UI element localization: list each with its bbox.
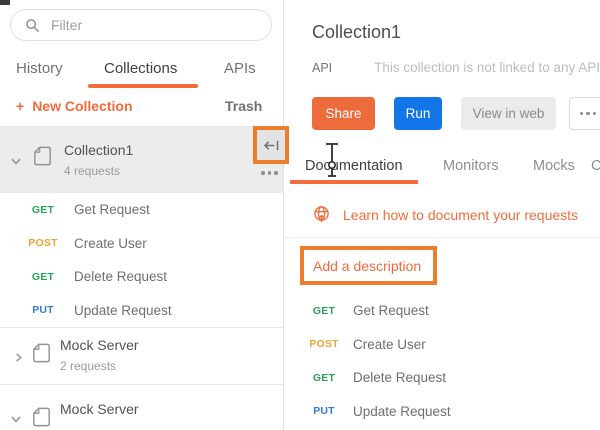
api-status-text: This collection is not linked to any API [374,60,600,75]
window-fragment [0,0,10,5]
request-name: Create User [353,337,426,352]
collection-name: Collection1 [64,142,133,158]
filter-input[interactable] [51,17,231,33]
tab-documentation[interactable]: Documentation [305,158,403,174]
collection-row-mock-server[interactable]: Mock Server [0,385,284,430]
request-name: Update Request [74,303,172,318]
share-button[interactable]: Share [312,97,375,130]
documentation-request-list: GET Get Request POST Create User GET Del… [285,294,600,428]
method-badge: GET [308,372,340,384]
more-options-icon [580,112,584,116]
request-name: Create User [74,236,147,251]
method-badge: GET [26,204,60,216]
method-badge: GET [308,305,340,317]
run-button[interactable]: Run [394,97,442,130]
collection-name: Mock Server [60,401,139,417]
method-badge: GET [26,271,60,283]
tab-changelog-truncated[interactable]: C [591,158,600,174]
request-row[interactable]: GET Get Request [285,294,600,328]
collection-row[interactable]: Collection1 4 requests [0,126,284,193]
collection-file-icon [30,404,53,430]
new-collection-label: New Collection [32,98,132,114]
tab-history[interactable]: History [16,60,63,77]
tab-collections[interactable]: Collections [104,60,177,77]
method-badge: POST [308,338,340,350]
active-tab-underline [290,180,418,184]
request-name: Update Request [353,404,451,419]
annotation-highlight-box: Add a description [300,246,437,285]
sidebar: History Collections APIs + New Collectio… [0,0,284,430]
chevron-down-icon[interactable] [10,154,22,172]
method-badge: PUT [308,405,340,417]
request-name: Delete Request [353,370,446,385]
trash-button[interactable]: Trash [225,98,262,114]
tab-mocks[interactable]: Mocks [533,158,575,174]
annotation-highlight-box [253,126,289,164]
arrow-to-bar-icon [263,139,280,152]
request-name: Get Request [353,303,429,318]
tab-monitors[interactable]: Monitors [443,158,499,174]
chevron-down-icon[interactable] [10,412,22,430]
method-badge: PUT [26,304,60,316]
request-row[interactable]: GET Delete Request [0,260,284,294]
api-label: API [312,60,374,75]
more-options-icon [261,171,265,175]
active-tab-underline [88,84,198,88]
request-name: Delete Request [74,269,167,284]
collection-detail-panel: Collection1 API This collection is not l… [285,0,600,430]
chevron-right-icon[interactable] [13,350,24,368]
collection-file-icon [30,340,53,371]
collection-name: Mock Server [60,337,139,353]
collection-row-mock-server[interactable]: Mock Server 2 requests [0,327,284,385]
sidebar-request-list: GET Get Request POST Create User GET Del… [0,193,284,328]
collection-meta: 4 requests [64,164,120,178]
more-options-button[interactable] [569,97,600,130]
filter-box[interactable] [10,9,272,41]
request-row[interactable]: PUT Update Request [0,294,284,328]
text-cursor-pointer [321,141,343,184]
request-name: Get Request [74,202,150,217]
page-title: Collection1 [312,22,401,43]
publish-globe-icon [312,205,331,224]
collection-file-icon [31,143,54,174]
api-link-row: API This collection is not linked to any… [312,60,600,75]
sidebar-tabs: History Collections APIs [0,52,283,92]
learn-banner: Learn how to document your requests [285,192,600,238]
method-badge: POST [26,237,60,249]
request-row[interactable]: GET Get Request [0,193,284,227]
new-collection-button[interactable]: + New Collection [16,98,133,114]
request-row[interactable]: GET Delete Request [285,361,600,395]
plus-icon: + [16,98,24,114]
view-in-web-button[interactable]: View in web [461,97,556,130]
collection-more-options-button[interactable] [261,171,278,175]
request-row[interactable]: POST Create User [285,328,600,362]
search-icon [25,18,40,33]
collection-meta: 2 requests [60,359,116,373]
add-description-link[interactable]: Add a description [304,258,421,274]
sidebar-actions: + New Collection Trash [0,94,283,124]
request-row[interactable]: POST Create User [0,227,284,261]
tab-apis[interactable]: APIs [224,60,256,77]
learn-documentation-link[interactable]: Learn how to document your requests [343,207,578,223]
collapse-sidebar-button[interactable] [257,130,285,160]
request-row[interactable]: PUT Update Request [285,395,600,429]
toolbar: Share Run View in web [312,97,600,130]
